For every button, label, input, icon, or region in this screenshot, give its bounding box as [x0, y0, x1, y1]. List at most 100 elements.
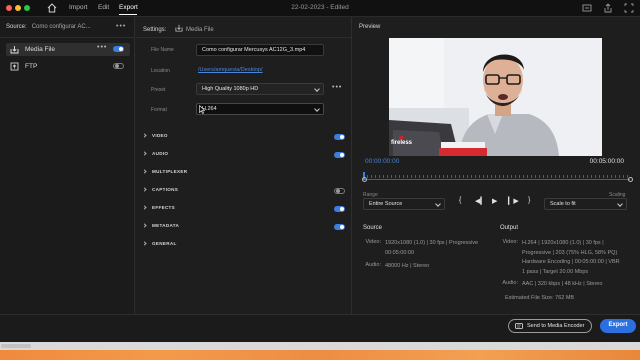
step-back-button[interactable]: { [459, 197, 461, 204]
source-divider [0, 37, 135, 38]
preview-label: Preview [359, 24, 381, 30]
chevron-right-icon [142, 241, 147, 246]
estimated-size-label: Estimated File Size: [505, 295, 554, 301]
fullscreen-icon[interactable] [624, 3, 634, 13]
section-label: EFFECTS [152, 205, 176, 210]
tab-export-indicator [119, 14, 137, 15]
range-in-handle[interactable] [362, 177, 367, 182]
end-timecode: 00:05:00:00 [589, 158, 624, 165]
section-video[interactable]: VIDEO [142, 131, 345, 143]
next-frame-button[interactable]: ▎▶ [508, 197, 519, 205]
destination-label: FTP [25, 63, 38, 70]
source-header: Source: Como configurar AC... [6, 24, 91, 30]
section-metadata[interactable]: METADATA [142, 221, 345, 233]
scaling-dropdown[interactable]: Scale to fit [544, 198, 627, 210]
chevron-right-icon [142, 187, 147, 192]
timeline-track [363, 179, 630, 180]
video-frame-image [389, 38, 602, 156]
format-dropdown[interactable]: H.264 [196, 103, 324, 115]
horizontal-scrollbar[interactable] [0, 342, 640, 350]
chevron-right-icon [142, 205, 147, 210]
section-audio[interactable]: AUDIO [142, 149, 345, 161]
current-timecode[interactable]: 00:00:00:00 [365, 158, 399, 165]
destination-more-button[interactable]: ••• [97, 44, 107, 51]
source-video-line: 00:05:00:00 [385, 249, 415, 256]
media-encoder-icon [515, 323, 523, 329]
send-to-media-encoder-label: Send to Media Encoder [527, 323, 585, 329]
ftp-toggle[interactable] [113, 63, 124, 69]
section-label: METADATA [152, 223, 180, 228]
range-dropdown[interactable]: Entire Source [363, 198, 445, 210]
video-toggle[interactable] [334, 134, 345, 140]
file-name-field[interactable]: Como configurar Mercusys AC12G_3.mp4 [196, 44, 324, 56]
chevron-down-icon [314, 86, 320, 92]
source-more-button[interactable]: ••• [116, 23, 126, 30]
chevron-right-icon [142, 151, 147, 156]
source-video-line: 1920x1080 (1.0) | 30 fps | Progressive [385, 240, 479, 246]
output-video-line: Hardware Encoding | 00:05:00:00 | VBR [522, 259, 620, 265]
source-audio-line: 48000 Hz | Stereo [385, 263, 430, 269]
settings-header: Settings: Media File [143, 24, 214, 33]
section-general[interactable]: GENERAL [142, 239, 345, 251]
preset-value: High Quality 1080p HD [202, 86, 259, 92]
preset-label: Preset [151, 87, 166, 93]
send-to-media-encoder-button[interactable]: Send to Media Encoder [508, 319, 592, 333]
quick-export-icon[interactable] [582, 3, 592, 13]
media-file-icon [10, 46, 19, 54]
media-file-icon [175, 24, 183, 32]
source-video-key: Video: [365, 239, 382, 245]
section-captions[interactable]: CAPTIONS [142, 185, 345, 197]
location-link[interactable]: /Users/amquesia/Desktop/ [198, 67, 263, 73]
prev-frame-button[interactable]: ◀▎ [475, 197, 486, 205]
source-file-name[interactable]: Como configurar AC... [32, 24, 91, 30]
mouse-cursor-icon [199, 105, 205, 114]
range-out-handle[interactable] [628, 177, 633, 182]
output-video-line: 1 pass | Target 20.00 Mbps [522, 268, 589, 275]
scrollbar-thumb[interactable] [1, 344, 31, 348]
video-overlay-text: fireless [391, 140, 413, 146]
file-name-label: File Name [151, 47, 174, 53]
media-file-toggle[interactable] [113, 46, 124, 52]
settings-destination: Media File [186, 27, 214, 33]
section-label: VIDEO [152, 133, 168, 138]
output-info-heading: Output [500, 225, 519, 231]
section-label: CAPTIONS [152, 187, 179, 192]
output-audio-key: Audio: [502, 280, 518, 286]
destination-ftp[interactable]: FTP [6, 60, 130, 73]
section-label: GENERAL [152, 241, 177, 246]
audio-toggle[interactable] [334, 152, 345, 158]
source-info-heading: Source [363, 225, 383, 231]
export-button[interactable]: Export [600, 319, 636, 333]
play-button[interactable]: ▶ [492, 197, 497, 205]
settings-panel: Settings: Media File File Name Como conf… [136, 17, 352, 342]
section-effects[interactable]: EFFECTS [142, 203, 345, 215]
scaling-value: Scale to fit [550, 201, 576, 207]
output-video-line: Progressive | 203 (75% HLG, 58% PQ) [522, 249, 618, 256]
metadata-toggle[interactable] [334, 224, 345, 230]
timeline-ticks [363, 175, 630, 178]
document-title: 22-02-2023 - Edited [291, 4, 349, 11]
destination-media-file[interactable]: Media File ••• [6, 43, 130, 56]
captions-toggle[interactable] [334, 188, 345, 194]
output-audio-line: AAC | 320 kbps | 48 kHz | Stereo [522, 281, 603, 287]
source-audio-key: Audio: [365, 262, 381, 268]
preview-panel: Preview fireless 00:00:00:00 00:05:00:00 [353, 17, 640, 342]
video-preview: fireless [389, 38, 602, 156]
effects-toggle[interactable] [334, 206, 345, 212]
chevron-right-icon [142, 169, 147, 174]
desktop-dock-strip [0, 350, 640, 360]
destination-label: Media File [25, 46, 55, 53]
format-label: Format [151, 107, 167, 113]
section-multiplexer[interactable]: MULTIPLEXER [142, 167, 345, 179]
share-icon[interactable] [603, 3, 613, 13]
section-label: MULTIPLEXER [152, 169, 188, 174]
section-label: AUDIO [152, 151, 169, 156]
step-forward-button[interactable]: } [528, 197, 530, 204]
chevron-right-icon [142, 223, 147, 228]
preset-dropdown[interactable]: High Quality 1080p HD [196, 83, 324, 95]
output-video-key: Video: [502, 239, 519, 245]
preview-timeline[interactable] [362, 170, 633, 184]
preset-more-button[interactable]: ••• [332, 84, 342, 91]
estimated-size-value: 762 MB [555, 295, 575, 301]
title-bar: Import Edit Export 22-02-2023 - Edited [0, 0, 640, 17]
